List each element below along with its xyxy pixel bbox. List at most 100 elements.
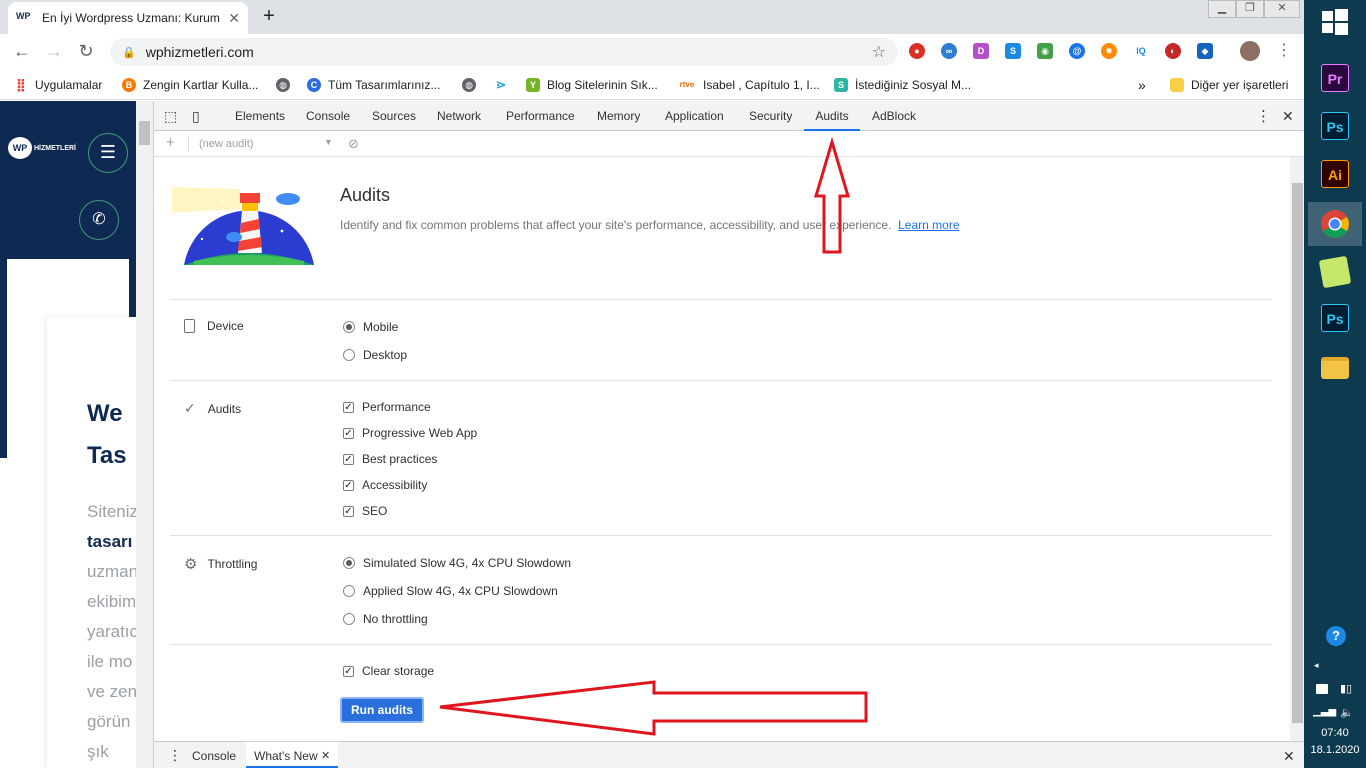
audit-report-select[interactable]: (new audit) xyxy=(199,138,253,150)
audit-pwa-checkbox[interactable]: ✓ Progressive Web App xyxy=(343,426,477,440)
learn-more-link[interactable]: Learn more xyxy=(898,218,959,232)
device-desktop-radio[interactable]: Desktop xyxy=(343,348,407,362)
tab-close-icon[interactable]: ✕ xyxy=(228,10,240,27)
tab-console[interactable]: Console xyxy=(306,101,350,131)
taskbar-file-explorer[interactable] xyxy=(1308,346,1362,390)
device-mobile-radio[interactable]: Mobile xyxy=(343,320,398,334)
tab-title: En İyi Wordpress Uzmanı: Kurum xyxy=(42,11,220,25)
devtools-scrollbar[interactable] xyxy=(1290,157,1305,741)
forward-icon[interactable]: → xyxy=(42,40,66,64)
audits-start-view: Audits Identify and fix common problems … xyxy=(154,157,1290,741)
drawer-tab-whats-new[interactable]: What's New ✕ xyxy=(246,742,339,768)
clear-storage-checkbox[interactable]: ✓ Clear storage xyxy=(343,664,434,678)
clear-audits-icon[interactable]: ⊘ xyxy=(348,136,359,152)
network-warning-icon[interactable] xyxy=(1316,684,1328,694)
throttling-simulated-radio[interactable]: Simulated Slow 4G, 4x CPU Slowdown xyxy=(343,556,571,570)
bookmark-globe-2[interactable]: ◍ xyxy=(462,76,483,94)
drawer-tab-close-icon[interactable]: ✕ xyxy=(321,749,330,766)
bookmark-uygulamalar[interactable]: ⣿ Uygulamalar xyxy=(14,76,102,94)
windows-start-button[interactable] xyxy=(1308,0,1362,44)
reload-icon[interactable]: ↻ xyxy=(74,40,98,64)
other-bookmarks[interactable]: Diğer yer işaretleri xyxy=(1170,76,1288,94)
browser-tab[interactable]: WP En İyi Wordpress Uzmanı: Kurum ✕ xyxy=(8,2,248,34)
green-ext-icon[interactable]: ◉ xyxy=(1037,43,1053,59)
taskbar-photoshop-2[interactable]: Ps xyxy=(1308,296,1362,340)
taskbar-photoshop[interactable]: Ps xyxy=(1308,104,1362,148)
checkbox-icon: ✓ xyxy=(343,479,354,491)
taskbar-illustrator[interactable]: Ai xyxy=(1308,152,1362,196)
run-audits-button[interactable]: Run audits xyxy=(340,697,424,723)
bookmark-sosyal[interactable]: S İstediğiniz Sosyal M... xyxy=(834,76,971,94)
chrome-menu-icon[interactable]: ⋮ xyxy=(1272,40,1296,64)
tab-security[interactable]: Security xyxy=(749,101,792,131)
devtools-close-icon[interactable]: ✕ xyxy=(1282,101,1294,131)
battery-icon[interactable]: ▮▯ xyxy=(1340,682,1352,695)
new-audit-plus-icon[interactable]: + xyxy=(166,135,175,150)
tab-performance[interactable]: Performance xyxy=(506,101,575,131)
new-tab-button[interactable]: + xyxy=(256,5,282,29)
drawer-menu-icon[interactable]: ⋮ xyxy=(168,747,182,764)
tab-elements[interactable]: Elements xyxy=(235,101,285,131)
bookmark-isabel[interactable]: rtve Isabel , Capítulo 1, I... xyxy=(678,76,820,94)
bookmark-tum-tasarimlar[interactable]: C Tüm Tasarımlarınız... xyxy=(307,76,440,94)
audit-best-practices-checkbox[interactable]: ✓ Best practices xyxy=(343,452,437,466)
site-logo[interactable]: WP HİZMETLERİ xyxy=(8,137,78,159)
minimize-button[interactable]: ▁ xyxy=(1208,0,1236,18)
folder-icon xyxy=(1321,357,1349,379)
phone-icon[interactable]: ✆ xyxy=(79,200,119,240)
globe-icon: ◍ xyxy=(276,78,290,92)
drawer-close-icon[interactable]: ✕ xyxy=(1283,748,1295,765)
adblock-ext-icon[interactable]: ● xyxy=(909,43,925,59)
taskbar-sticky-notes[interactable] xyxy=(1308,250,1362,294)
tab-memory[interactable]: Memory xyxy=(597,101,640,131)
devtools-menu-icon[interactable]: ⋮ xyxy=(1256,101,1271,131)
hamburger-menu-icon[interactable]: ☰ xyxy=(88,133,128,173)
radio-icon xyxy=(343,613,355,625)
taskbar-chrome[interactable] xyxy=(1308,202,1362,246)
seo-ext-icon[interactable]: ✹ xyxy=(1101,43,1117,59)
bookmark-blog-siteleri[interactable]: Y Blog Sitelerinin Sık... xyxy=(526,76,658,94)
bookmark-star-icon[interactable]: ☆ xyxy=(872,42,886,62)
address-bar[interactable]: 🔒 wphizmetleri.com ☆ xyxy=(110,38,898,66)
d-ext-icon[interactable]: D xyxy=(973,43,989,59)
signal-icon[interactable]: ▁▃▅ xyxy=(1313,706,1336,717)
tab-application[interactable]: Application xyxy=(665,101,724,131)
blue-ext-icon[interactable]: ◆ xyxy=(1197,43,1213,59)
restore-button[interactable]: ❐ xyxy=(1236,0,1264,18)
bookmark-sparkle[interactable]: ⋗ xyxy=(494,76,515,94)
tray-chevron-icon[interactable]: ◂ xyxy=(1314,660,1319,671)
inspect-element-icon[interactable]: ⬚ xyxy=(164,101,177,131)
throttling-none-radio[interactable]: No throttling xyxy=(343,612,428,626)
throttling-applied-radio[interactable]: Applied Slow 4G, 4x CPU Slowdown xyxy=(343,584,558,598)
s-ext-icon[interactable]: S xyxy=(1005,43,1021,59)
help-icon[interactable]: ? xyxy=(1326,626,1346,646)
audit-performance-checkbox[interactable]: ✓ Performance xyxy=(343,400,431,414)
device-toolbar-icon[interactable]: ▯ xyxy=(192,101,200,131)
taskbar-premiere[interactable]: Pr xyxy=(1308,56,1362,100)
bookmarks-more-button[interactable]: » xyxy=(1138,76,1146,94)
at-ext-icon[interactable]: @ xyxy=(1069,43,1085,59)
radio-icon xyxy=(343,349,355,361)
tab-adblock[interactable]: AdBlock xyxy=(872,101,916,131)
tab-audits[interactable]: Audits xyxy=(804,101,860,131)
clock-time[interactable]: 07:40 xyxy=(1304,727,1366,739)
red-ext-icon[interactable]: ◐ xyxy=(1165,43,1181,59)
page-scrollbar[interactable] xyxy=(136,101,153,768)
drawer-tab-console[interactable]: Console xyxy=(192,749,236,763)
sticky-notes-icon xyxy=(1318,255,1352,289)
window-close-button[interactable]: ✕ xyxy=(1264,0,1300,18)
iq-ext-icon[interactable]: IQ xyxy=(1133,43,1149,59)
back-icon[interactable]: ← xyxy=(10,40,34,64)
tab-network[interactable]: Network xyxy=(437,101,481,131)
volume-icon[interactable]: 🔈 xyxy=(1340,706,1354,719)
audit-accessibility-checkbox[interactable]: ✓ Accessibility xyxy=(343,478,427,492)
bookmark-globe-1[interactable]: ◍ xyxy=(276,76,297,94)
bookmark-zengin-kartlar[interactable]: B Zengin Kartlar Kulla... xyxy=(122,76,258,94)
radio-icon xyxy=(343,557,355,569)
profile-avatar[interactable] xyxy=(1240,41,1260,61)
link-ext-icon[interactable]: ∞ xyxy=(941,43,957,59)
gear-icon: ⚙ xyxy=(184,556,198,573)
tab-sources[interactable]: Sources xyxy=(372,101,416,131)
clock-date[interactable]: 18.1.2020 xyxy=(1304,744,1366,756)
audit-seo-checkbox[interactable]: ✓ SEO xyxy=(343,504,387,518)
